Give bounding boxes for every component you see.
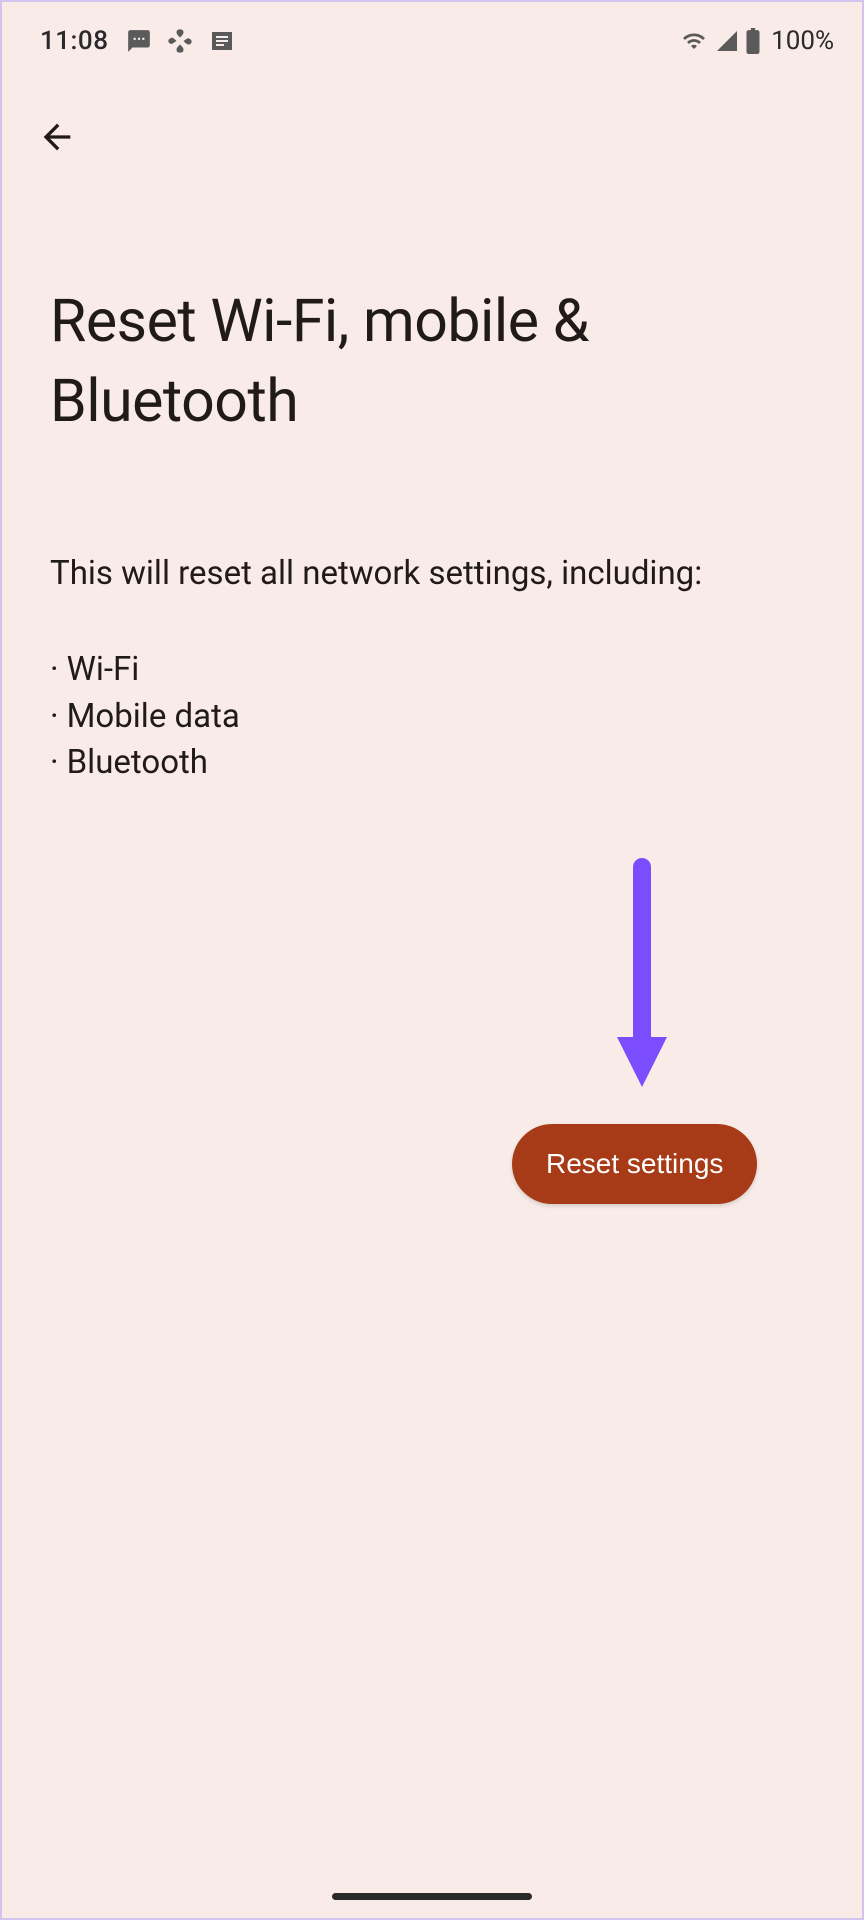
reset-description: This will reset all network settings, in… [2,441,862,597]
list-item-label: Bluetooth [67,740,208,786]
app-bar [2,72,862,162]
battery-percent: 100% [771,26,834,56]
status-right: 100% [679,26,834,56]
list-item-label: Wi-Fi [67,647,140,693]
news-icon [208,29,236,53]
navigation-pill[interactable] [332,1893,532,1900]
status-time: 11:08 [40,26,108,56]
list-item: · Wi-Fi [50,647,814,693]
status-bar: 11:08 100% [2,2,862,72]
list-item: · Bluetooth [50,740,814,786]
status-notification-icons [126,27,236,55]
list-item: · Mobile data [50,694,814,740]
pinwheel-icon [166,27,194,55]
annotation-arrow-icon [602,857,682,1107]
page-title: Reset Wi-Fi, mobile & Bluetooth [2,162,862,441]
reset-items-list: · Wi-Fi · Mobile data · Bluetooth [2,597,862,786]
list-item-label: Mobile data [67,694,240,740]
battery-icon [745,28,761,54]
status-left: 11:08 [40,26,236,56]
cellular-signal-icon [715,29,739,53]
back-button[interactable] [32,112,82,162]
reset-settings-button[interactable]: Reset settings [512,1124,757,1204]
wifi-icon [679,29,709,53]
message-icon [126,28,152,54]
arrow-back-icon [37,117,77,157]
